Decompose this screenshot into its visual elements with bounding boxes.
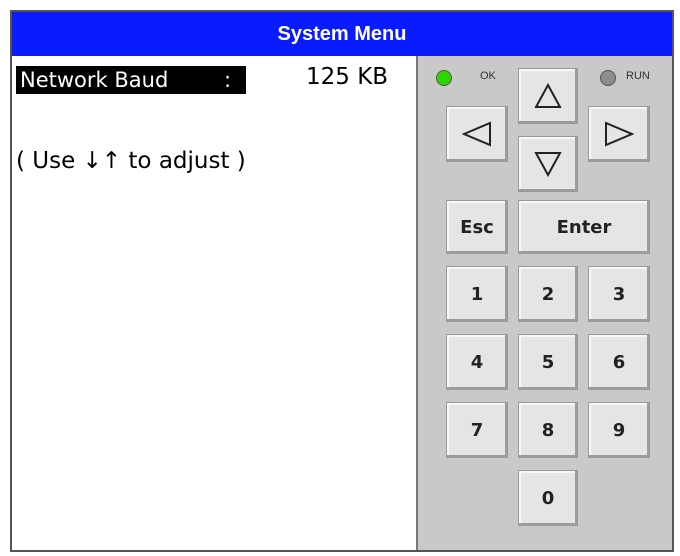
up-arrow-button[interactable] xyxy=(518,68,578,124)
key-9-button[interactable]: 9 xyxy=(588,402,650,458)
run-led-icon xyxy=(600,70,616,86)
key-4-button[interactable]: 4 xyxy=(446,334,508,390)
left-arrow-icon xyxy=(462,121,491,147)
down-arrow-button[interactable] xyxy=(518,136,578,192)
network-baud-label: Network Baud xyxy=(16,66,246,94)
run-label: RUN xyxy=(626,70,650,82)
key-1-button[interactable]: 1 xyxy=(446,266,508,322)
ok-led-icon xyxy=(436,70,452,86)
key-5-button[interactable]: 5 xyxy=(518,334,578,390)
enter-button[interactable]: Enter xyxy=(518,200,650,254)
key-0-button[interactable]: 0 xyxy=(518,470,578,526)
left-arrow-button[interactable] xyxy=(446,106,508,162)
key-8-button[interactable]: 8 xyxy=(518,402,578,458)
title-bar: System Menu xyxy=(12,12,672,56)
esc-button[interactable]: Esc xyxy=(446,200,508,254)
field-colon: : xyxy=(224,68,232,92)
network-baud-value: 125 KB xyxy=(306,64,389,90)
right-arrow-button[interactable] xyxy=(588,106,650,162)
key-2-button[interactable]: 2 xyxy=(518,266,578,322)
keypad-panel: OK RUN Esc Enter 1 2 3 4 5 6 7 8 9 0 xyxy=(418,56,672,550)
key-6-button[interactable]: 6 xyxy=(588,334,650,390)
window-title: System Menu xyxy=(277,22,407,45)
down-arrow-icon xyxy=(534,152,562,177)
ok-label: OK xyxy=(480,70,496,82)
up-arrow-icon xyxy=(534,83,562,108)
right-arrow-icon xyxy=(605,121,634,147)
key-3-button[interactable]: 3 xyxy=(588,266,650,322)
hmi-frame: System Menu Network Baud : 125 KB ( Use … xyxy=(10,10,674,552)
display-screen: Network Baud : 125 KB ( Use ↓↑ to adjust… xyxy=(12,56,418,550)
adjust-hint: ( Use ↓↑ to adjust ) xyxy=(16,148,246,174)
key-7-button[interactable]: 7 xyxy=(446,402,508,458)
